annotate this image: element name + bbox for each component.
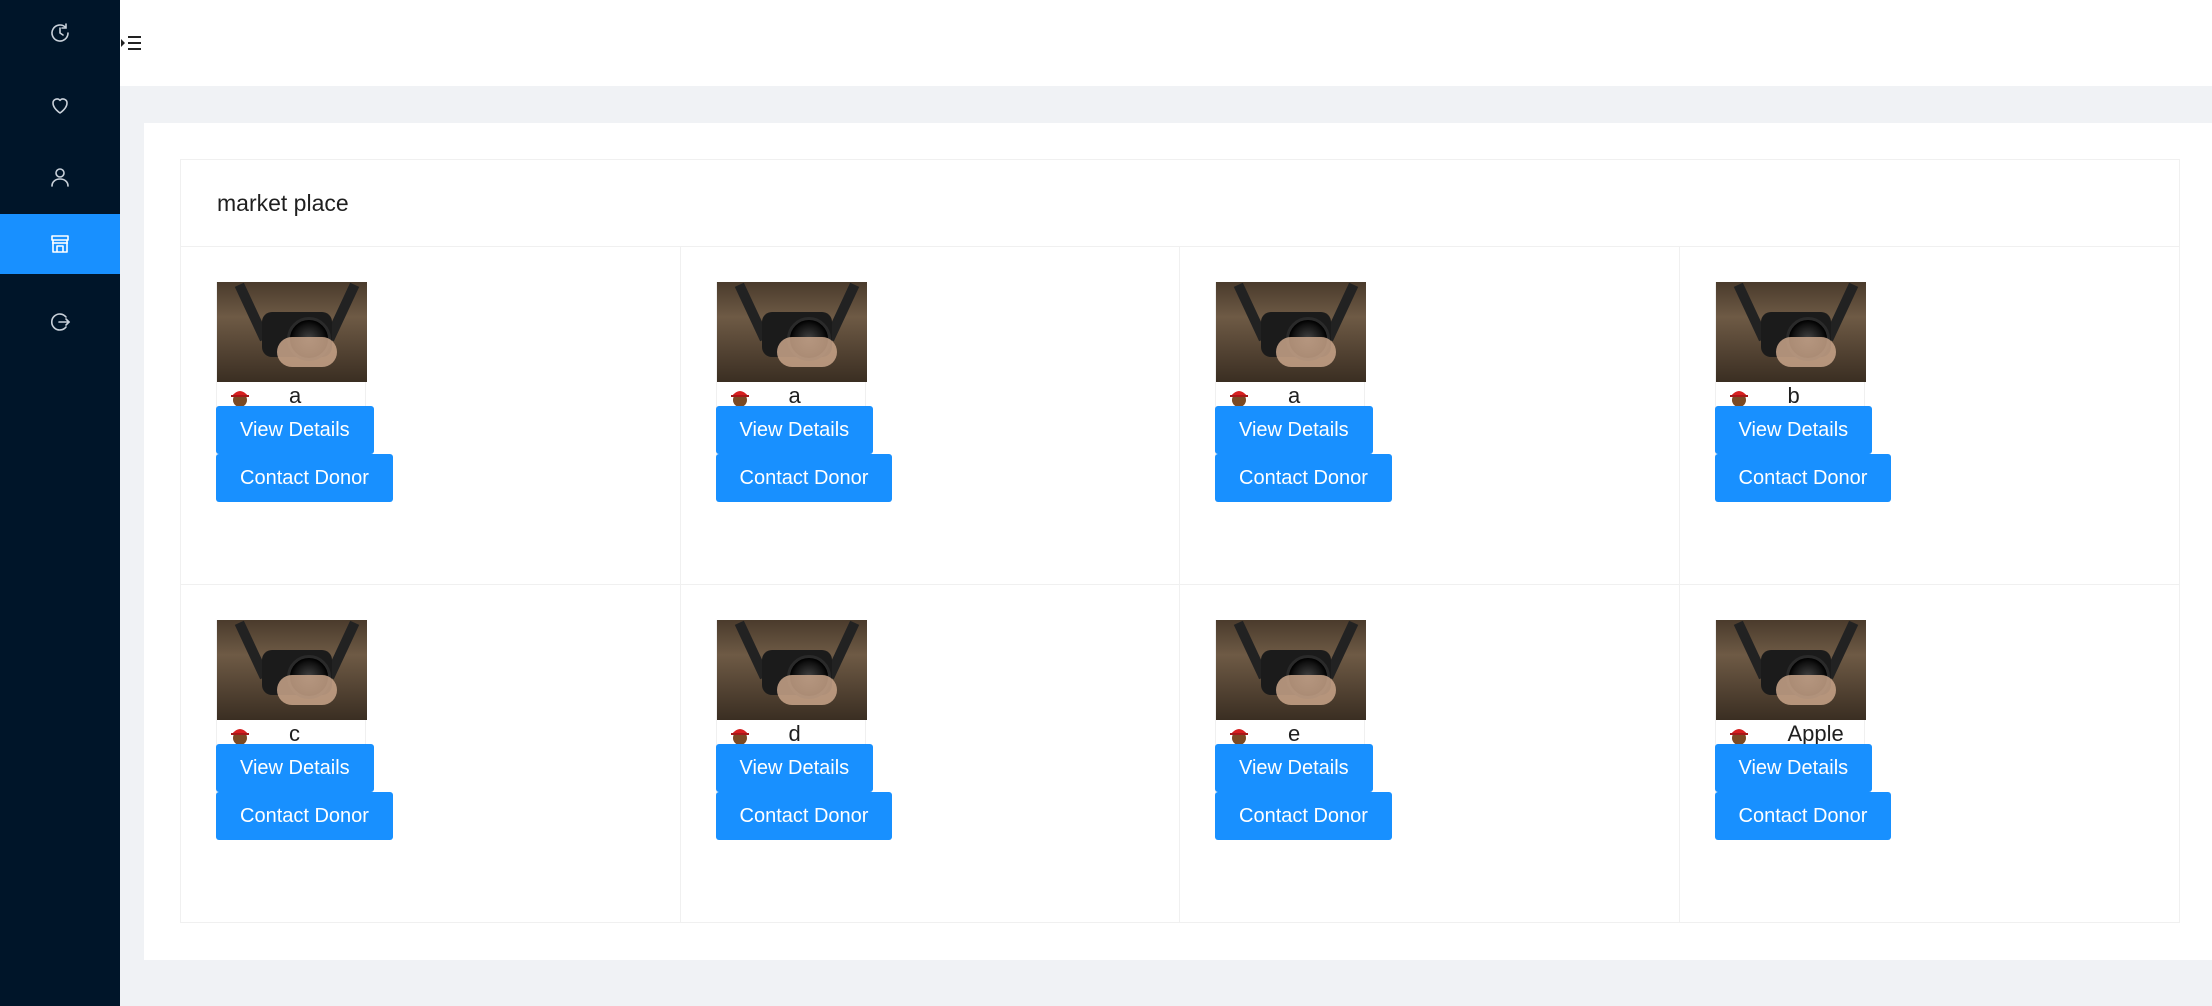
grid-cell: e e View Details Contact Donor xyxy=(1180,585,1680,923)
heart-icon xyxy=(52,98,68,114)
user-icon xyxy=(51,168,69,187)
grid-cell: Apple Apple View Details Contact Donor xyxy=(1680,585,2180,923)
item-cover-image xyxy=(217,282,367,382)
item-cover-image xyxy=(217,620,367,720)
view-details-button[interactable]: View Details xyxy=(715,406,874,454)
view-details-button[interactable]: View Details xyxy=(1215,744,1373,792)
view-details-button[interactable]: View Details xyxy=(1215,406,1373,454)
menu-unfold-icon xyxy=(121,36,141,50)
contact-donor-button[interactable]: Contact Donor xyxy=(216,454,393,502)
grid-cell: a a View Details Contact Donor xyxy=(1180,247,1680,585)
shop-icon xyxy=(51,235,69,253)
item-cover-image xyxy=(1715,282,1866,382)
contact-donor-button[interactable]: Contact Donor xyxy=(216,792,393,840)
grid-cell: a a View Details Contact Donor xyxy=(181,247,681,585)
logout-icon xyxy=(51,313,71,331)
sidebar-item-history[interactable] xyxy=(0,3,120,63)
marketplace-card: market place a a View Details Contact Do… xyxy=(180,159,2180,923)
view-details-button[interactable]: View Details xyxy=(715,744,874,792)
history-icon xyxy=(51,23,69,42)
grid-cell: a a View Details Contact Donor xyxy=(680,247,1180,585)
contact-donor-button[interactable]: Contact Donor xyxy=(1714,454,1892,502)
item-cover-image xyxy=(1715,620,1866,720)
view-details-button[interactable]: View Details xyxy=(216,406,374,454)
top-header xyxy=(120,0,2212,86)
contact-donor-button[interactable]: Contact Donor xyxy=(1215,454,1392,502)
sidebar-item-logout[interactable] xyxy=(0,292,120,352)
sidebar-item-favorites[interactable] xyxy=(0,75,120,135)
contact-donor-button[interactable]: Contact Donor xyxy=(1714,792,1892,840)
grid-cell: c c View Details Contact Donor xyxy=(181,585,681,923)
card-header: market place xyxy=(181,160,2179,247)
view-details-button[interactable]: View Details xyxy=(1714,744,1873,792)
contact-donor-button[interactable]: Contact Donor xyxy=(715,454,893,502)
sidebar-item-profile[interactable] xyxy=(0,147,120,207)
grid-cell: b b View Details Contact Donor xyxy=(1679,247,2179,585)
item-cover-image xyxy=(1216,620,1366,720)
sidebar-item-marketplace[interactable] xyxy=(0,214,120,274)
view-details-button[interactable]: View Details xyxy=(216,744,374,792)
item-cover-image xyxy=(716,620,867,720)
content-area: market place a a View Details Contact Do… xyxy=(144,123,2212,960)
item-grid: a a View Details Contact Donor a a View … xyxy=(181,247,2179,923)
contact-donor-button[interactable]: Contact Donor xyxy=(715,792,893,840)
grid-cell: d d View Details Contact Donor xyxy=(681,585,1180,923)
view-details-button[interactable]: View Details xyxy=(1714,406,1873,454)
contact-donor-button[interactable]: Contact Donor xyxy=(1215,792,1392,840)
item-cover-image xyxy=(716,282,867,382)
item-cover-image xyxy=(1216,282,1366,382)
page-title: market place xyxy=(217,189,349,216)
sidebar xyxy=(0,0,120,1006)
menu-toggle-button[interactable] xyxy=(120,32,142,54)
